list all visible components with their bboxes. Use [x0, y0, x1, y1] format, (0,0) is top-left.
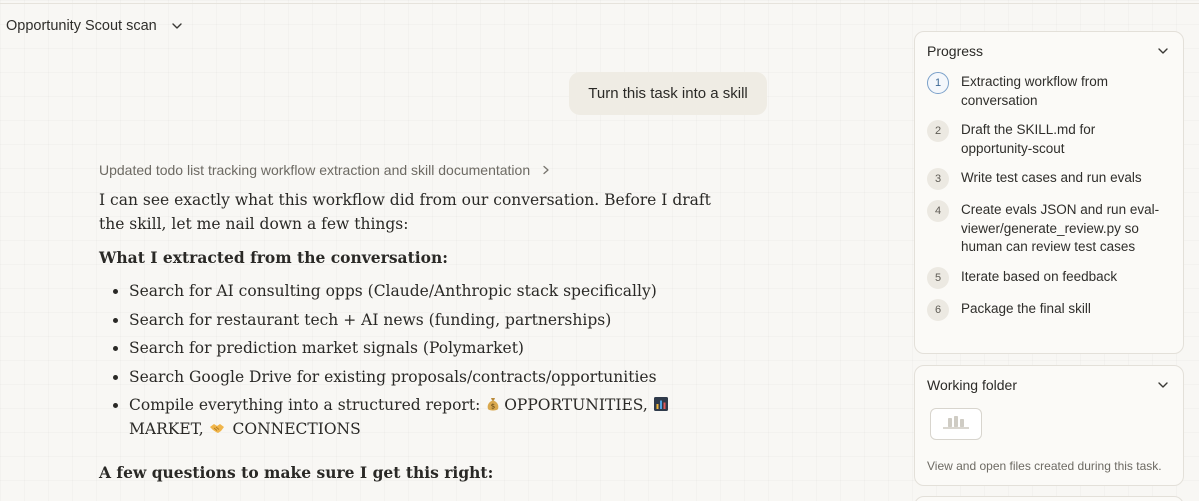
step-number: 3 — [927, 168, 949, 190]
working-folder-header[interactable]: Working folder — [927, 377, 1169, 393]
step-text: Iterate based on feedback — [961, 268, 1118, 284]
user-message-bubble: Turn this task into a skill — [569, 72, 767, 115]
progress-step: 4 Create evals JSON and run eval-viewer/… — [927, 200, 1167, 257]
questions-heading: A few questions to make sure I get this … — [99, 463, 494, 482]
step-number: 6 — [927, 298, 949, 321]
progress-steps: 1 Extracting workflow from conversation … — [927, 72, 1167, 331]
step-text: Write test cases and run evals — [961, 170, 1142, 185]
step-text: Draft the SKILL.md for opportunity-scout — [961, 122, 1096, 156]
compile-prefix: Compile everything into a structured rep… — [129, 396, 486, 414]
progress-step: 2 Draft the SKILL.md for opportunity-sco… — [927, 120, 1167, 158]
conversation-title-dropdown[interactable]: Opportunity Scout scan — [6, 14, 183, 38]
assistant-message: I can see exactly what this workflow did… — [99, 188, 739, 485]
working-folder-panel: Working folder View and open files creat… — [914, 365, 1184, 486]
file-stack-icon — [941, 413, 971, 436]
step-number-active: 1 — [927, 72, 949, 94]
chevron-right-icon — [541, 165, 551, 175]
step-text: Create evals JSON and run eval-viewer/ge… — [961, 202, 1160, 254]
list-item: Search for prediction market signals (Po… — [129, 336, 739, 360]
todo-summary-text: Updated todo list tracking workflow extr… — [99, 162, 531, 178]
assistant-intro: I can see exactly what this workflow did… — [99, 191, 711, 233]
money-bag-icon: $ — [485, 395, 501, 411]
next-panel — [914, 496, 1184, 501]
working-folder-title: Working folder — [927, 377, 1018, 393]
list-item-compile: Compile everything into a structured rep… — [129, 393, 739, 441]
compile-connections: CONNECTIONS — [232, 420, 361, 438]
chevron-down-icon[interactable] — [1157, 379, 1169, 391]
top-divider — [0, 3, 1199, 4]
compile-market: MARKET, — [129, 420, 204, 438]
folder-preview[interactable] — [930, 408, 982, 440]
extracted-list: Search for AI consulting opps (Claude/An… — [99, 279, 739, 441]
progress-step: 6 Package the final skill — [927, 298, 1167, 321]
progress-title: Progress — [927, 43, 984, 59]
step-number: 5 — [927, 266, 949, 289]
list-item: Search for AI consulting opps (Claude/An… — [129, 279, 739, 303]
extracted-heading: What I extracted from the conversation: — [99, 248, 448, 267]
chevron-down-icon — [171, 20, 183, 32]
bar-chart-icon — [653, 395, 669, 411]
conversation-title: Opportunity Scout scan — [6, 18, 157, 34]
user-message-text: Turn this task into a skill — [588, 85, 748, 102]
step-number: 4 — [927, 200, 949, 222]
compile-opportunities: OPPORTUNITIES, — [504, 396, 648, 414]
working-folder-description: View and open files created during this … — [927, 459, 1162, 473]
progress-header[interactable]: Progress — [927, 43, 1169, 59]
progress-step: 3 Write test cases and run evals — [927, 168, 1167, 190]
step-text: Package the final skill — [961, 300, 1091, 316]
handshake-icon — [209, 419, 225, 435]
svg-text:$: $ — [491, 403, 495, 411]
progress-step: 1 Extracting workflow from conversation — [927, 72, 1167, 110]
list-item: Search Google Drive for existing proposa… — [129, 365, 739, 389]
progress-panel: Progress 1 Extracting workflow from conv… — [914, 31, 1184, 354]
chevron-down-icon[interactable] — [1157, 45, 1169, 57]
todo-update-toggle[interactable]: Updated todo list tracking workflow extr… — [99, 162, 551, 178]
progress-step: 5 Iterate based on feedback — [927, 266, 1167, 289]
step-text: Extracting workflow from conversation — [961, 74, 1109, 108]
list-item: Search for restaurant tech + AI news (fu… — [129, 308, 739, 332]
step-number: 2 — [927, 120, 949, 142]
